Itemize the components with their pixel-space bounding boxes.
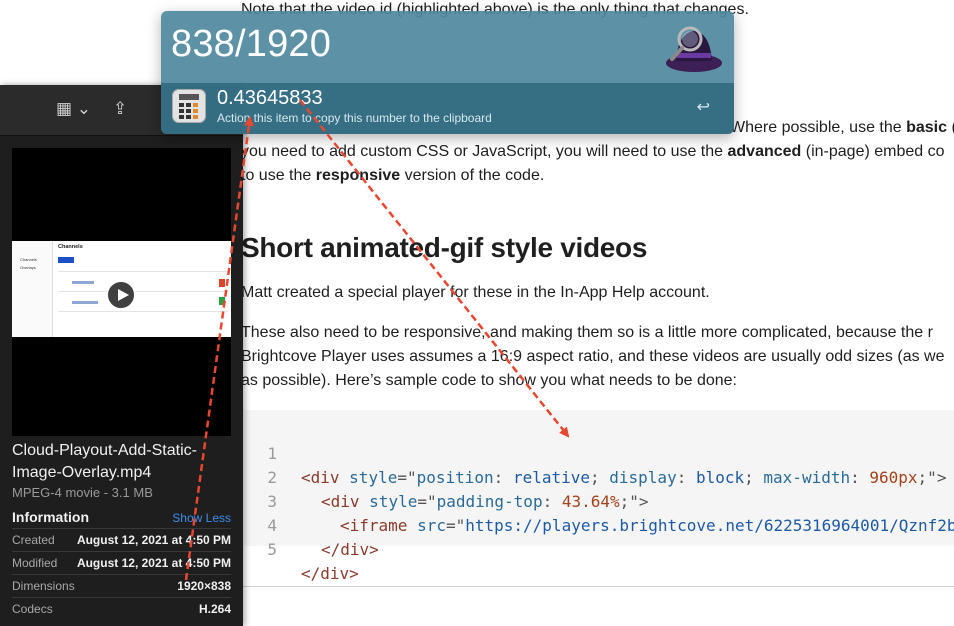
- line-number: 5: [267, 540, 277, 559]
- share-icon[interactable]: ⇪: [113, 99, 127, 119]
- code-line: 1 <div style="position: relative; displa…: [241, 418, 946, 487]
- doc-para1-line3: to use the responsive version of the cod…: [241, 167, 545, 184]
- alfred-result-row[interactable]: 0.43645833 Action this item to copy this…: [161, 83, 734, 134]
- doc-para2: Matt created a special player for these …: [241, 284, 710, 301]
- calculator-icon: [172, 89, 206, 123]
- play-icon[interactable]: [106, 280, 136, 310]
- alfred-query-input[interactable]: 838/1920: [171, 23, 331, 66]
- alfred-hat-icon: [666, 26, 722, 72]
- code-line: 2 <div style="padding-top: 43.64%;">: [241, 442, 648, 511]
- return-key-icon: ↩: [696, 99, 710, 116]
- code-line: 3 <iframe src="https://players.brightcov…: [241, 466, 954, 535]
- file-name: Cloud-Playout-Add-Static-Image-Overlay.m…: [12, 442, 197, 481]
- doc-para3-line1: These also need to be responsive, and ma…: [241, 324, 933, 341]
- doc-para3-line3: as possible). Here’s sample code to show…: [241, 372, 737, 389]
- section-heading: Short animated-gif style videos: [241, 232, 648, 263]
- code-line: 5 </div>: [241, 514, 358, 583]
- show-less-link[interactable]: Show Less: [172, 511, 231, 525]
- alfred-window: 838/1920 0.43645833 Action this item to …: [161, 11, 734, 134]
- info-row-modified: Modified August 12, 2021 at 4:50 PM: [12, 551, 231, 575]
- code-line: 4 </div>: [241, 490, 378, 559]
- code-block: 1 <div style="position: relative; displa…: [241, 410, 954, 583]
- horizontal-divider: [241, 586, 954, 587]
- result-title: 0.43645833: [217, 87, 323, 109]
- information-heading: Information: [12, 509, 89, 525]
- info-row-dimensions: Dimensions 1920×838: [12, 574, 231, 598]
- doc-para1-line2: you need to add custom CSS or JavaScript…: [241, 143, 945, 160]
- info-row-created: Created August 12, 2021 at 4:50 PM: [12, 528, 231, 552]
- doc-para3-line2: Brightcove Player uses assumes a 16:9 as…: [241, 348, 945, 365]
- finder-info-panel: ▦ ⌄ ⇪ Channels Overlays Channels Cloud-P…: [0, 85, 243, 626]
- doc-para1-line1: Where possible, use the basic (i: [730, 119, 954, 136]
- info-row-codecs: Codecs H.264: [12, 597, 231, 621]
- file-kind: MPEG-4 movie - 3.1 MB: [12, 485, 153, 500]
- video-preview[interactable]: Channels Overlays Channels: [12, 148, 231, 436]
- view-options-icon[interactable]: ▦ ⌄: [56, 99, 91, 119]
- result-subtitle: Action this item to copy this number to …: [217, 111, 492, 125]
